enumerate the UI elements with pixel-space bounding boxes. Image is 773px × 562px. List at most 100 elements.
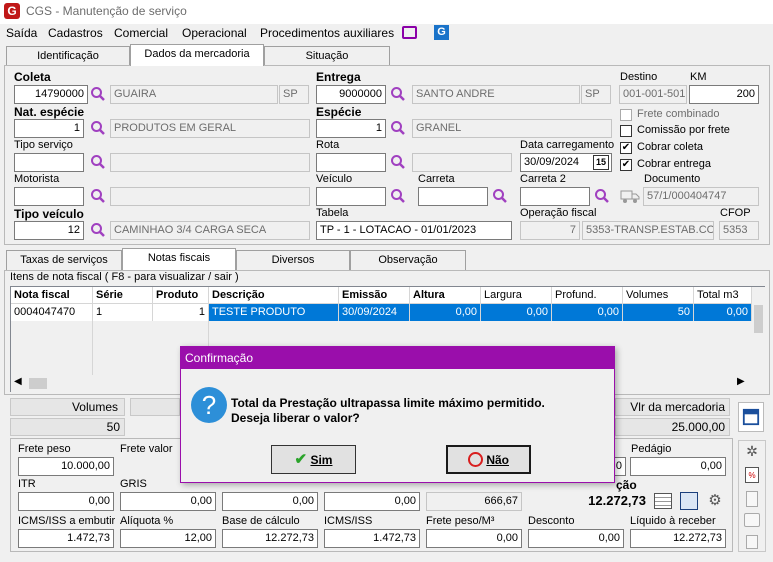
field-c4[interactable]: 0,00 bbox=[324, 492, 420, 511]
menu-cadastros[interactable]: Cadastros bbox=[48, 26, 103, 40]
cobrar-entrega-checkbox[interactable]: ✔ bbox=[620, 159, 632, 171]
aliquota-input[interactable]: 12,00 bbox=[120, 529, 216, 548]
calculator-button[interactable] bbox=[738, 402, 764, 432]
tab-taxas[interactable]: Taxas de serviços bbox=[6, 250, 122, 270]
liquido-input[interactable]: 12.272,73 bbox=[630, 529, 726, 548]
tab-situacao[interactable]: Situação bbox=[264, 46, 390, 66]
icms-input[interactable]: 1.472,73 bbox=[324, 529, 420, 548]
device-icon[interactable] bbox=[746, 535, 758, 549]
yes-button[interactable]: ✔ Sim bbox=[271, 445, 356, 474]
table-icon[interactable] bbox=[654, 493, 672, 509]
frete-m3-input[interactable]: 0,00 bbox=[426, 529, 522, 548]
frete-peso-input[interactable]: 10.000,00 bbox=[18, 457, 114, 476]
search-coleta-icon[interactable] bbox=[90, 86, 106, 102]
tab-dados-mercadoria[interactable]: Dados da mercadoria bbox=[130, 44, 264, 66]
motorista-input[interactable] bbox=[14, 187, 84, 206]
search-veiculo-icon[interactable] bbox=[390, 188, 406, 204]
confirmation-dialog: Confirmação ? Total da Prestação ultrapa… bbox=[180, 346, 615, 483]
monitor-icon[interactable] bbox=[402, 26, 417, 39]
vertical-scrollbar[interactable] bbox=[752, 287, 765, 375]
menu-bar: Saída Cadastros Comercial Operacional Pr… bbox=[0, 24, 773, 44]
chat-icon[interactable] bbox=[744, 513, 760, 527]
tab-diversos[interactable]: Diversos bbox=[236, 250, 350, 270]
menu-comercial[interactable]: Comercial bbox=[114, 26, 168, 40]
icms-embutir-input[interactable]: 1.472,73 bbox=[18, 529, 114, 548]
col-nota-fiscal[interactable]: Nota fiscal bbox=[11, 287, 93, 304]
col-volumes[interactable]: Volumes bbox=[623, 287, 694, 304]
col-descricao[interactable]: Descrição bbox=[209, 287, 339, 304]
cell-profund: 0,00 bbox=[552, 304, 623, 321]
cfop-label: CFOP bbox=[720, 207, 751, 219]
search-especie-icon[interactable] bbox=[390, 120, 406, 136]
col-profund[interactable]: Profund. bbox=[552, 287, 623, 304]
col-altura[interactable]: Altura bbox=[410, 287, 481, 304]
no-icon bbox=[467, 452, 483, 467]
entrega-city: SANTO ANDRE bbox=[412, 85, 580, 104]
no-button[interactable]: Não bbox=[446, 445, 531, 474]
frete-combinado-checkbox[interactable] bbox=[620, 109, 632, 121]
table-row[interactable]: 0004047470 1 1 TESTE PRODUTO 30/09/2024 … bbox=[11, 304, 752, 321]
search-tipo-servico-icon[interactable] bbox=[90, 154, 106, 170]
carreta2-input[interactable] bbox=[520, 187, 590, 206]
coleta-city: GUAIRA bbox=[110, 85, 278, 104]
coleta-uf: SP bbox=[279, 85, 309, 104]
col-serie[interactable]: Série bbox=[93, 287, 153, 304]
field-c3[interactable]: 0,00 bbox=[222, 492, 318, 511]
cell-altura: 0,00 bbox=[410, 304, 481, 321]
search-carreta-icon[interactable] bbox=[492, 188, 508, 204]
volumes-total-value: 50 bbox=[10, 418, 125, 436]
menu-operacional[interactable]: Operacional bbox=[182, 26, 247, 40]
search-tipo-veiculo-icon[interactable] bbox=[90, 222, 106, 238]
itr-label: ITR bbox=[18, 478, 36, 490]
col-total-m3[interactable]: Total m3 bbox=[694, 287, 752, 304]
base-calculo-input[interactable]: 12.272,73 bbox=[222, 529, 318, 548]
destino-input: 001-001-501 bbox=[619, 85, 687, 104]
tab-observacao[interactable]: Observação bbox=[350, 250, 466, 270]
especie-input[interactable]: 1 bbox=[316, 119, 386, 138]
totals-spacer bbox=[130, 398, 180, 416]
tipo-servico-input[interactable] bbox=[14, 153, 84, 172]
col-emissao[interactable]: Emissão bbox=[339, 287, 410, 304]
tipo-servico-label: Tipo serviço bbox=[14, 139, 73, 151]
search-motorista-icon[interactable] bbox=[90, 188, 106, 204]
search-entrega-icon[interactable] bbox=[390, 86, 406, 102]
veiculo-input[interactable] bbox=[316, 187, 386, 206]
gear-icon[interactable]: ⚙ bbox=[706, 492, 724, 510]
itr-input[interactable]: 0,00 bbox=[18, 492, 114, 511]
carreta-input[interactable] bbox=[418, 187, 488, 206]
search-nat-icon[interactable] bbox=[90, 120, 106, 136]
menu-saida[interactable]: Saída bbox=[6, 26, 37, 40]
book-icon[interactable] bbox=[680, 492, 698, 510]
aliquota-label: Alíquota % bbox=[120, 515, 174, 527]
km-input[interactable]: 200 bbox=[689, 85, 759, 104]
settings-icon[interactable]: ✲ bbox=[744, 443, 760, 459]
rota-input[interactable] bbox=[316, 153, 386, 172]
comissao-checkbox[interactable] bbox=[620, 125, 632, 137]
tabela-select[interactable]: TP - 1 - LOTACAO - 01/01/2023 bbox=[316, 221, 512, 240]
op-fiscal-code: 7 bbox=[520, 221, 580, 240]
desconto-input[interactable]: 0,00 bbox=[528, 529, 624, 548]
tipo-veiculo-input[interactable]: 12 bbox=[14, 221, 84, 240]
cell-total-m3: 0,00 bbox=[694, 304, 752, 321]
percent-doc-icon[interactable]: % bbox=[745, 467, 759, 483]
nat-especie-input[interactable]: 1 bbox=[14, 119, 84, 138]
calendar-icon[interactable]: 15 bbox=[593, 155, 609, 170]
icms-embutir-label: ICMS/ISS a embutir bbox=[18, 515, 116, 527]
pedagio-label: Pedágio bbox=[631, 443, 672, 455]
entrega-input[interactable]: 9000000 bbox=[316, 85, 386, 104]
tab-identificacao[interactable]: Identificação bbox=[6, 46, 130, 66]
coleta-input[interactable]: 14790000 bbox=[14, 85, 88, 104]
pedagio-input[interactable]: 0,00 bbox=[630, 457, 726, 476]
cobrar-coleta-checkbox[interactable]: ✔ bbox=[620, 142, 632, 154]
calc-small-icon[interactable] bbox=[746, 491, 758, 507]
tab-notas-fiscais[interactable]: Notas fiscais bbox=[122, 248, 236, 270]
app-logo-icon: G bbox=[4, 3, 20, 19]
search-rota-icon[interactable] bbox=[390, 154, 406, 170]
gris-input[interactable]: 0,00 bbox=[120, 492, 216, 511]
yes-label: Sim bbox=[310, 453, 333, 467]
search-carreta2-icon[interactable] bbox=[594, 188, 610, 204]
col-produto[interactable]: Produto bbox=[153, 287, 209, 304]
col-largura[interactable]: Largura bbox=[481, 287, 552, 304]
menu-procedimentos[interactable]: Procedimentos auxiliares bbox=[260, 26, 394, 40]
g-app-icon[interactable]: G bbox=[434, 25, 449, 40]
